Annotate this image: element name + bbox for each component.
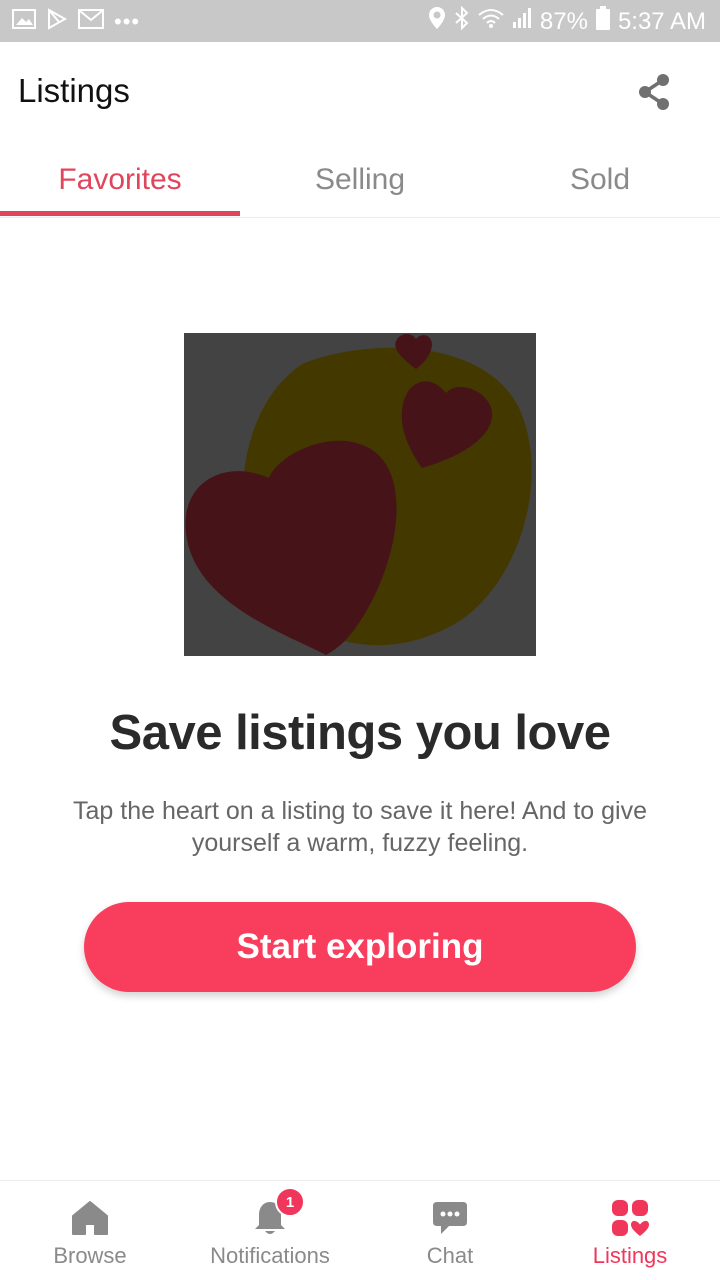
- gallery-icon: [12, 9, 36, 34]
- listings-heart-icon: [611, 1199, 649, 1237]
- nav-item-notifications[interactable]: 1 Notifications: [180, 1181, 360, 1280]
- empty-state-description: Tap the heart on a listing to save it he…: [73, 797, 647, 857]
- tab-favorites[interactable]: Favorites: [0, 142, 240, 217]
- bell-icon: 1: [253, 1187, 305, 1237]
- app-bar: Listings: [0, 42, 720, 142]
- battery-percent: 87%: [539, 7, 588, 35]
- nav-item-browse[interactable]: Browse: [0, 1181, 180, 1280]
- tab-bar: Favorites Selling Sold: [0, 142, 720, 218]
- share-button[interactable]: [632, 70, 676, 114]
- tab-label: Selling: [314, 162, 406, 196]
- bottom-navigation: Browse 1 Notifications Chat Listings: [0, 1180, 720, 1280]
- battery-icon: [595, 6, 610, 37]
- play-store-icon: [46, 8, 68, 35]
- signal-icon: [512, 7, 532, 36]
- status-bar: ••• 87% 5:37 AM: [0, 0, 720, 42]
- wifi-icon: [478, 7, 504, 36]
- status-right-icons: 87% 5:37 AM: [428, 5, 706, 37]
- empty-state-title: Save listings you love: [109, 706, 611, 760]
- nav-label: Browse: [53, 1243, 127, 1268]
- location-icon: [428, 6, 446, 37]
- status-left-icons: •••: [12, 8, 140, 35]
- tab-selling[interactable]: Selling: [240, 142, 480, 217]
- tab-label: Favorites: [58, 162, 182, 196]
- nav-label: Notifications: [210, 1243, 330, 1268]
- start-exploring-button[interactable]: Start exploring: [84, 902, 636, 992]
- nav-label: Chat: [426, 1243, 474, 1268]
- active-tab-indicator: [0, 211, 240, 216]
- notification-badge: 1: [275, 1187, 305, 1217]
- nav-item-listings[interactable]: Listings: [540, 1181, 720, 1280]
- chat-icon: [431, 1199, 469, 1237]
- hearts-illustration: [184, 333, 536, 656]
- gmail-icon: [78, 9, 104, 34]
- nav-item-chat[interactable]: Chat: [360, 1181, 540, 1280]
- page-title: Listings: [18, 72, 130, 109]
- nav-label: Listings: [592, 1243, 668, 1268]
- tab-sold[interactable]: Sold: [480, 142, 720, 217]
- share-icon: [639, 74, 669, 110]
- status-time: 5:37 AM: [617, 7, 706, 35]
- tab-label: Sold: [569, 162, 631, 196]
- more-dots-icon: •••: [114, 8, 141, 34]
- bluetooth-icon: [454, 5, 470, 37]
- home-icon: [71, 1199, 109, 1237]
